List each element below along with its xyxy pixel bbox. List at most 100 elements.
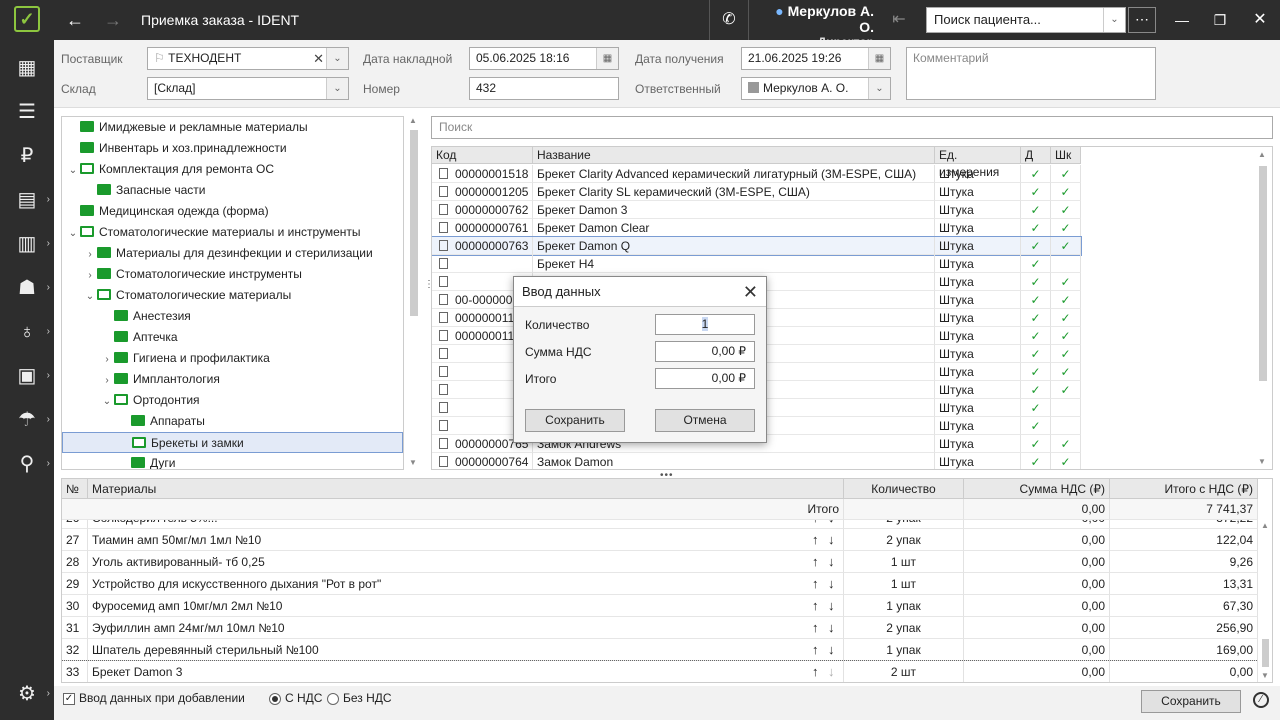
table-row[interactable]: 33 Брекет Damon 32 шт 0,00 0,00 ↑ ↓ bbox=[62, 660, 1258, 682]
catalog-scrollbar[interactable]: ▲ ▼ bbox=[1258, 150, 1268, 468]
chevron-down-icon[interactable]: ⌄ bbox=[326, 48, 348, 69]
expand-toggle-icon[interactable]: › bbox=[83, 265, 97, 286]
move-down-icon[interactable]: ↓ bbox=[828, 520, 835, 529]
more-menu-icon[interactable]: ⋯ bbox=[1128, 7, 1156, 33]
tree-item[interactable]: Инвентарь и хоз.принадлежности bbox=[62, 138, 403, 159]
col-header-name[interactable]: Материалы bbox=[88, 479, 844, 499]
number-field[interactable]: 432 bbox=[469, 77, 619, 100]
vat-input[interactable]: 0,00 ₽ bbox=[655, 341, 755, 362]
total-input[interactable]: 0,00 ₽ bbox=[655, 368, 755, 389]
dialog-save-button[interactable]: Сохранить bbox=[525, 409, 625, 432]
tree-item[interactable]: Дуги bbox=[62, 453, 403, 469]
expand-toggle-icon[interactable]: ⌄ bbox=[100, 391, 114, 412]
chevron-down-icon[interactable]: ⌄ bbox=[868, 78, 890, 99]
scroll-down-icon[interactable]: ▼ bbox=[1258, 457, 1266, 466]
finance-icon[interactable]: ₽ bbox=[0, 136, 54, 176]
supplier-field[interactable]: ⚐ ТЕХНОДЕНТ ✕ ⌄ bbox=[147, 47, 349, 70]
tree-scrollbar[interactable]: ▲ ▼ bbox=[409, 116, 419, 470]
scroll-up-icon[interactable]: ▲ bbox=[1261, 521, 1269, 530]
quantity-input[interactable]: 1 bbox=[655, 314, 755, 335]
comment-field[interactable]: Комментарий bbox=[906, 47, 1156, 100]
invoice-date-field[interactable]: 05.06.2025 18:16 ▦ bbox=[469, 47, 619, 70]
settings-icon[interactable]: ⚙ › bbox=[0, 674, 54, 714]
close-icon[interactable]: ✕ bbox=[743, 277, 758, 307]
chevron-down-icon[interactable]: ⌄ bbox=[1103, 8, 1125, 32]
table-row[interactable]: 32 Шпатель деревянный стерильный №100 1 уп… bbox=[62, 639, 1258, 661]
move-down-icon[interactable]: ↓ bbox=[828, 595, 835, 617]
save-button[interactable]: Сохранить bbox=[1141, 690, 1241, 713]
col-header-name[interactable]: Название bbox=[533, 147, 935, 164]
close-icon[interactable]: ✕ bbox=[1246, 0, 1274, 40]
with-vat-radio[interactable] bbox=[269, 693, 281, 705]
col-header-qty[interactable]: Количество bbox=[844, 479, 964, 499]
chevron-down-icon[interactable]: ⌄ bbox=[326, 78, 348, 99]
tree-item[interactable]: Аптечка bbox=[62, 327, 403, 348]
documents-icon[interactable]: ☰ bbox=[0, 92, 54, 132]
reports-icon[interactable]: ▤ › bbox=[0, 180, 54, 220]
move-down-icon[interactable]: ↓ bbox=[828, 573, 835, 595]
move-down-icon[interactable]: ↓ bbox=[828, 661, 835, 682]
tree-item[interactable]: Медицинская одежда (форма) bbox=[62, 201, 403, 222]
patients-icon[interactable]: ☗ › bbox=[0, 268, 54, 308]
materials-scrollbar[interactable]: ▲ ▼ bbox=[1259, 521, 1271, 681]
tree-item[interactable]: Имиджевые и рекламные материалы bbox=[62, 117, 403, 138]
tree-item[interactable]: Запасные части bbox=[62, 180, 403, 201]
tree-item[interactable]: Анестезия bbox=[62, 306, 403, 327]
calendar-icon[interactable]: ▦ bbox=[868, 48, 890, 69]
scroll-thumb[interactable] bbox=[1259, 166, 1267, 381]
col-header-sh[interactable]: Шк bbox=[1051, 147, 1081, 164]
scroll-up-icon[interactable]: ▲ bbox=[1258, 150, 1266, 159]
tree-item[interactable]: ⌄ Ортодонтия bbox=[62, 390, 403, 411]
warehouse-icon[interactable]: ▣ › bbox=[0, 356, 54, 396]
expand-toggle-icon[interactable]: › bbox=[100, 370, 114, 391]
tree-item[interactable]: Аппараты bbox=[62, 411, 403, 432]
forward-arrow-icon[interactable]: → bbox=[98, 0, 128, 40]
tree-item[interactable]: ⌄ Стоматологические материалы и инструмен… bbox=[62, 222, 403, 243]
scroll-down-icon[interactable]: ▼ bbox=[409, 458, 417, 467]
move-up-icon[interactable]: ↑ bbox=[812, 595, 819, 617]
scroll-thumb[interactable] bbox=[1262, 639, 1269, 667]
move-up-icon[interactable]: ↑ bbox=[812, 639, 819, 661]
col-header-num[interactable]: № bbox=[62, 479, 88, 499]
expand-toggle-icon[interactable]: ⌄ bbox=[66, 223, 80, 244]
table-row[interactable]: 30 Фуросемид амп 10мг/мл 2мл №10 1 упак 0,0… bbox=[62, 595, 1258, 617]
phone-icon[interactable]: ✆ bbox=[716, 0, 742, 40]
minimize-icon[interactable]: — bbox=[1168, 0, 1196, 40]
move-up-icon[interactable]: ↑ bbox=[812, 573, 819, 595]
analytics-icon[interactable]: ▥ › bbox=[0, 224, 54, 264]
schedule-icon[interactable]: ▦ bbox=[0, 48, 54, 88]
col-header-unit[interactable]: Ед. измерения bbox=[935, 147, 1021, 179]
table-row[interactable]: Брекет H4 Штука ✓ bbox=[432, 255, 1081, 273]
tree-item[interactable]: › Гигиена и профилактика bbox=[62, 348, 403, 369]
tooth-icon[interactable]: ♁ › bbox=[0, 312, 54, 352]
col-header-code[interactable]: Код bbox=[432, 147, 533, 164]
table-row[interactable]: 00000001518 Брекет Clarity Advanced керам… bbox=[432, 165, 1081, 183]
table-row[interactable]: 00000000763 Брекет Damon Q Штука ✓ ✓ bbox=[432, 236, 1082, 256]
table-row[interactable]: 27 Тиамин амп 50мг/мл 1мл №10 2 упак 0,00 12… bbox=[62, 529, 1258, 551]
table-row[interactable]: 29 Устройство для искусственного дыхания … bbox=[62, 573, 1258, 595]
warehouse-field[interactable]: [Склад] ⌄ bbox=[147, 77, 349, 100]
table-row[interactable]: 00000001205 Брекет Clarity SL керамически… bbox=[432, 183, 1081, 201]
move-up-icon[interactable]: ↑ bbox=[812, 529, 819, 551]
move-down-icon[interactable]: ↓ bbox=[828, 617, 835, 639]
move-down-icon[interactable]: ↓ bbox=[828, 639, 835, 661]
calendar-icon[interactable]: ▦ bbox=[596, 48, 618, 69]
tree-item[interactable]: ⌄ Стоматологические материалы bbox=[62, 285, 403, 306]
tree-item[interactable]: › Материалы для дезинфекции и стерилизаци… bbox=[62, 243, 403, 264]
receive-date-field[interactable]: 21.06.2025 19:26 ▦ bbox=[741, 47, 891, 70]
col-header-vat[interactable]: Сумма НДС (₽) bbox=[964, 479, 1110, 499]
col-header-total[interactable]: Итого с НДС (₽) bbox=[1110, 479, 1258, 499]
patient-search-input[interactable]: Поиск пациента... ⌄ bbox=[926, 7, 1126, 33]
responsible-field[interactable]: Меркулов А. О. ⌄ bbox=[741, 77, 891, 100]
move-up-icon[interactable]: ↑ bbox=[812, 520, 819, 529]
table-row[interactable]: 00000000764 Замок Damon Штука ✓ ✓ bbox=[432, 453, 1081, 469]
tree-item[interactable]: › Стоматологические инструменты bbox=[62, 264, 403, 285]
table-row[interactable]: 26Солкодерил гель 5%...2 упак0,00372,22 ↑… bbox=[62, 520, 1258, 529]
tree-item[interactable]: Брекеты и замки bbox=[62, 432, 403, 453]
input-on-add-checkbox[interactable]: ✓ bbox=[63, 693, 75, 705]
scroll-up-icon[interactable]: ▲ bbox=[409, 116, 417, 125]
table-row[interactable]: 00000000761 Брекет Damon Clear Штука ✓ ✓ bbox=[432, 219, 1081, 237]
move-up-icon[interactable]: ↑ bbox=[812, 551, 819, 573]
history-back-icon[interactable]: ⇤ bbox=[884, 0, 914, 40]
back-arrow-icon[interactable]: ← bbox=[60, 0, 90, 40]
